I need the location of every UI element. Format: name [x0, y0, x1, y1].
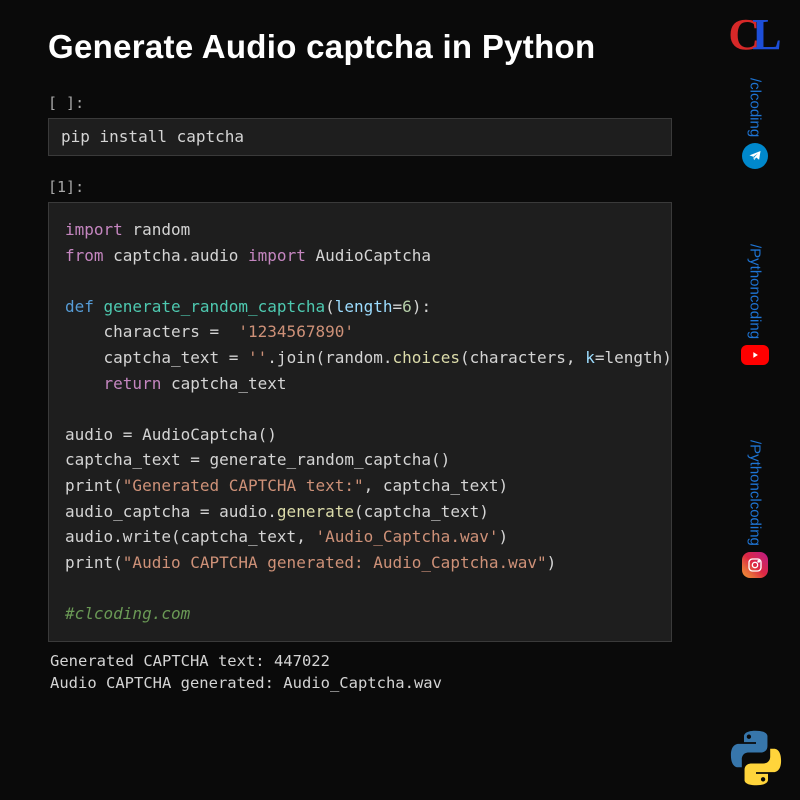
- code-token: (captcha_text): [354, 502, 489, 521]
- code-line: pip install captcha: [61, 127, 244, 146]
- code-token: =length)): [595, 348, 672, 367]
- social-youtube[interactable]: /Pythoncoding: [741, 244, 769, 365]
- code-token: captcha_text = generate_random_captcha(): [65, 450, 450, 469]
- code-token: characters =: [65, 322, 238, 341]
- cell-prompt-1: [1]:: [48, 178, 672, 196]
- social-telegram[interactable]: /clcoding: [742, 78, 768, 169]
- telegram-icon: [742, 143, 768, 169]
- code-token: captcha_text: [161, 374, 286, 393]
- code-token: length: [335, 297, 393, 316]
- social-instagram[interactable]: /Pythonclcoding: [742, 440, 768, 578]
- social-handle: /Pythoncoding: [747, 244, 764, 339]
- code-token: .join(random.: [267, 348, 392, 367]
- code-token: AudioCaptcha: [306, 246, 431, 265]
- code-token: ): [547, 553, 557, 572]
- code-token: (: [325, 297, 335, 316]
- code-token: (characters,: [460, 348, 585, 367]
- brand-logo: C L: [725, 10, 785, 58]
- code-token: ): [498, 527, 508, 546]
- code-token: choices: [393, 348, 460, 367]
- code-token: print(: [65, 476, 123, 495]
- code-token: print(: [65, 553, 123, 572]
- cell-prompt-0: [ ]:: [48, 94, 672, 112]
- code-token: audio_captcha = audio.: [65, 502, 277, 521]
- code-cell-1[interactable]: import random from captcha.audio import …: [48, 202, 672, 642]
- social-handle: /Pythonclcoding: [747, 440, 764, 546]
- code-token: from: [65, 246, 104, 265]
- code-token: "Generated CAPTCHA text:": [123, 476, 364, 495]
- social-handle: /clcoding: [747, 78, 764, 137]
- code-token: , captcha_text): [364, 476, 509, 495]
- code-token: generate_random_captcha: [104, 297, 326, 316]
- code-token: "Audio CAPTCHA generated: Audio_Captcha.…: [123, 553, 547, 572]
- code-token: generate: [277, 502, 354, 521]
- code-token: audio.write(captcha_text,: [65, 527, 315, 546]
- code-token: 6: [402, 297, 412, 316]
- code-token: ):: [412, 297, 431, 316]
- code-comment: #clcoding.com: [65, 604, 190, 623]
- logo-letter-l: L: [752, 9, 781, 60]
- social-sidebar: C L /clcoding /Pythoncoding /Pythonclcod…: [720, 10, 790, 790]
- instagram-icon: [742, 552, 768, 578]
- code-token: =: [393, 297, 403, 316]
- youtube-icon: [741, 345, 769, 365]
- code-token: import: [248, 246, 306, 265]
- code-cell-0[interactable]: pip install captcha: [48, 118, 672, 156]
- code-token: audio = AudioCaptcha(): [65, 425, 277, 444]
- code-token: '': [248, 348, 267, 367]
- python-logo-icon: [726, 728, 786, 788]
- code-token: 'Audio_Captcha.wav': [315, 527, 498, 546]
- code-token: k: [585, 348, 595, 367]
- page-title: Generate Audio captcha in Python: [48, 28, 672, 66]
- code-token: return: [104, 374, 162, 393]
- code-token: captcha.audio: [104, 246, 249, 265]
- code-token: import: [65, 220, 123, 239]
- code-token: random: [123, 220, 190, 239]
- code-token: def: [65, 297, 104, 316]
- code-token: captcha_text =: [65, 348, 248, 367]
- code-token: '1234567890': [238, 322, 354, 341]
- cell-output: Generated CAPTCHA text: 447022 Audio CAP…: [48, 642, 672, 703]
- code-token: [65, 374, 104, 393]
